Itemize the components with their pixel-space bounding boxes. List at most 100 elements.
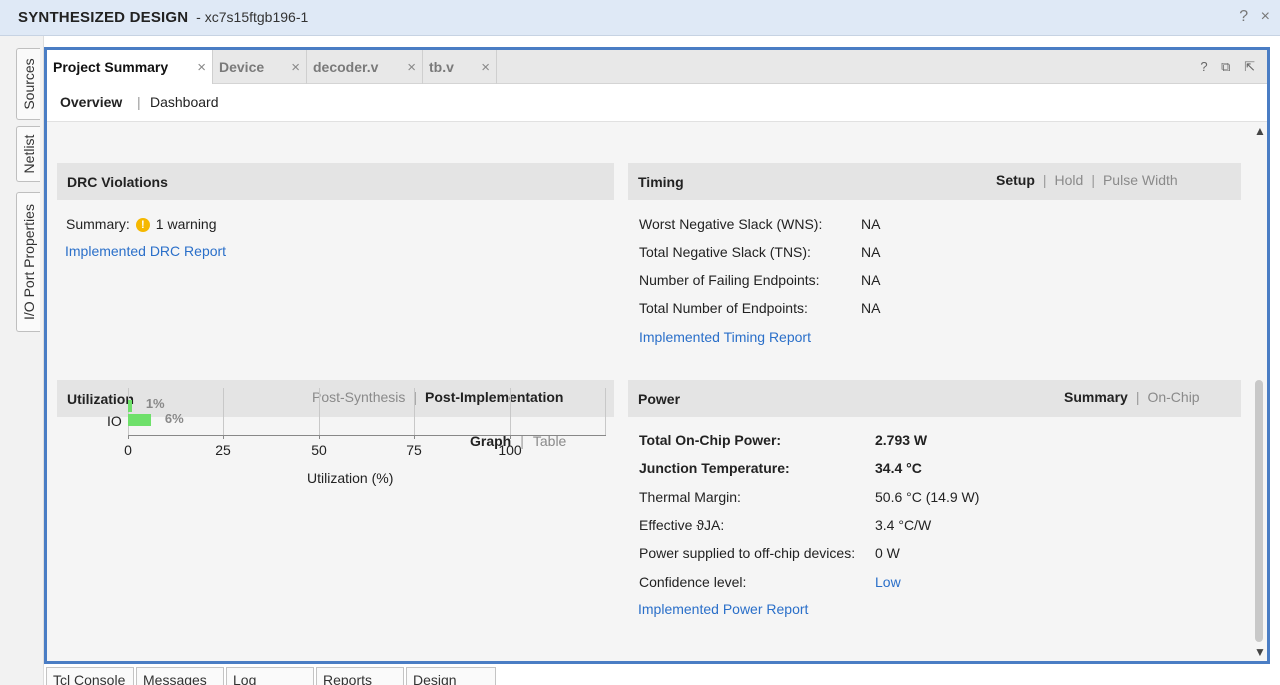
side-tab-netlist[interactable]: Netlist <box>16 126 40 182</box>
timing-wns-label: Worst Negative Slack (WNS): <box>639 216 823 232</box>
grid-line <box>605 388 606 436</box>
subtab-overview[interactable]: Overview <box>60 94 122 110</box>
bottom-tab-reports[interactable]: Reports <box>316 667 404 685</box>
x-tick <box>319 435 320 439</box>
left-side-tabs: Sources Netlist I/O Port Properties <box>0 36 44 685</box>
timing-option-hold[interactable]: Hold <box>1055 172 1084 188</box>
side-tab-label: Sources <box>20 58 37 110</box>
warning-icon: ! <box>135 218 150 232</box>
timing-endpoints-label: Total Number of Endpoints: <box>639 300 808 316</box>
power-panel-header: Power Summary | On-Chip <box>628 380 1241 417</box>
power-total-value: 2.793 W <box>875 432 928 448</box>
power-margin-value: 50.6 °C (14.9 W) <box>875 489 980 505</box>
timing-tns-label: Total Negative Slack (TNS): <box>639 244 811 260</box>
x-tick <box>414 435 415 439</box>
close-icon[interactable]: × <box>481 59 490 76</box>
drc-title: DRC Violations <box>67 174 168 190</box>
bar-io-6 <box>128 414 151 426</box>
drc-summary-label: Summary: <box>66 216 130 232</box>
window-titlebar: SYNTHESIZED DESIGN - xc7s15ftgb196-1 ? × <box>0 0 1280 36</box>
tab-label: tb.v <box>429 59 454 75</box>
timing-wns-value: NA <box>861 216 881 232</box>
utilization-chart: IO 1% 6% 0 25 50 75 100 Utilization (%) <box>107 388 627 488</box>
timing-option-setup[interactable]: Setup <box>996 172 1035 188</box>
summary-subtabs: Overview | Dashboard <box>47 84 1267 122</box>
timing-tns-value: NA <box>861 244 881 260</box>
subtab-dashboard[interactable]: Dashboard <box>150 94 219 110</box>
close-icon[interactable]: × <box>291 59 300 76</box>
grid-line <box>319 388 320 436</box>
window-title: SYNTHESIZED DESIGN - xc7s15ftgb196-1 <box>18 9 309 26</box>
tab-project-summary[interactable]: Project Summary × <box>47 50 213 84</box>
power-junction-label: Junction Temperature: <box>639 460 790 476</box>
tab-device[interactable]: Device × <box>213 50 307 84</box>
power-junction-value: 34.4 °C <box>875 460 922 476</box>
side-tab-label: I/O Port Properties <box>20 204 37 320</box>
power-report-link[interactable]: Implemented Power Report <box>638 601 808 617</box>
tab-label: Project Summary <box>53 59 169 75</box>
grid-line <box>223 388 224 436</box>
scroll-up-icon[interactable]: ▲ <box>1254 124 1266 138</box>
power-offchip-label: Power supplied to off-chip devices: <box>639 545 856 561</box>
restore-icon[interactable]: ⧉ <box>1221 59 1230 74</box>
scroll-thumb[interactable] <box>1255 380 1263 642</box>
project-summary-window: Project Summary × Device × decoder.v × tb.v… <box>44 47 1270 664</box>
x-tick <box>223 435 224 439</box>
category-label-io: IO <box>107 413 122 429</box>
bottom-tab-log[interactable]: Log <box>226 667 314 685</box>
x-tick-label: 75 <box>406 442 422 458</box>
bar-label-6: 6% <box>164 411 184 426</box>
tab-decoder-v[interactable]: decoder.v × <box>307 50 423 84</box>
timing-failing-value: NA <box>861 272 881 288</box>
bar-label-1: 1% <box>145 396 165 411</box>
power-margin-label: Thermal Margin: <box>639 489 741 505</box>
x-axis <box>128 435 606 436</box>
timing-option-pulse-width[interactable]: Pulse Width <box>1103 172 1178 188</box>
timing-title: Timing <box>638 174 684 190</box>
timing-failing-label: Number of Failing Endpoints: <box>639 272 820 288</box>
bottom-tabbar: Tcl Console Messages Log Reports Design … <box>44 667 1280 685</box>
power-option-summary[interactable]: Summary <box>1064 389 1128 405</box>
power-confidence-label: Confidence level: <box>639 574 747 590</box>
power-confidence-value[interactable]: Low <box>875 574 901 590</box>
bottom-tab-design-runs[interactable]: Design Runs <box>406 667 496 685</box>
scroll-down-icon[interactable]: ▼ <box>1254 645 1266 659</box>
part-name: xc7s15ftgb196-1 <box>204 9 309 25</box>
timing-panel-header: Timing Setup | Hold | Pulse Width <box>628 163 1241 200</box>
float-icon[interactable]: ⇱ <box>1244 59 1255 74</box>
close-icon[interactable]: × <box>197 59 206 76</box>
tab-tb-v[interactable]: tb.v × <box>423 50 497 84</box>
grid-line <box>128 388 129 436</box>
x-tick <box>128 435 129 439</box>
power-theta-value: 3.4 °C/W <box>875 517 932 533</box>
x-axis-label: Utilization (%) <box>307 470 394 486</box>
power-theta-label: Effective ϑJA: <box>639 517 725 533</box>
x-tick-label: 50 <box>311 442 327 458</box>
vertical-scrollbar[interactable]: ▲ ▼ <box>1251 122 1267 661</box>
drc-summary: Summary:! 1 warning <box>66 216 217 232</box>
side-tab-sources[interactable]: Sources <box>16 48 40 120</box>
bottom-tab-tcl-console[interactable]: Tcl Console <box>46 667 134 685</box>
close-icon[interactable]: × <box>1261 8 1270 25</box>
tab-label: Device <box>219 59 265 75</box>
side-tab-label: Netlist <box>20 134 37 174</box>
drc-panel-header: DRC Violations <box>57 163 614 200</box>
timing-endpoints-value: NA <box>861 300 881 316</box>
tab-label: decoder.v <box>313 59 379 75</box>
grid-line <box>414 388 415 436</box>
bottom-tab-messages[interactable]: Messages <box>136 667 224 685</box>
timing-report-link[interactable]: Implemented Timing Report <box>639 329 811 345</box>
side-tab-io-port-properties[interactable]: I/O Port Properties <box>16 192 40 332</box>
power-title: Power <box>638 391 681 407</box>
x-tick-label: 100 <box>498 442 522 458</box>
close-icon[interactable]: × <box>407 59 416 76</box>
drc-report-link[interactable]: Implemented DRC Report <box>65 243 226 259</box>
design-title: SYNTHESIZED DESIGN <box>18 9 189 26</box>
drc-summary-value: 1 warning <box>155 216 217 232</box>
help-icon[interactable]: ? <box>1239 8 1248 25</box>
help-icon[interactable]: ? <box>1200 59 1207 74</box>
separator: | <box>137 94 141 110</box>
power-option-on-chip[interactable]: On-Chip <box>1147 389 1199 405</box>
x-tick-label: 25 <box>215 442 231 458</box>
bar-io-1 <box>128 400 132 412</box>
